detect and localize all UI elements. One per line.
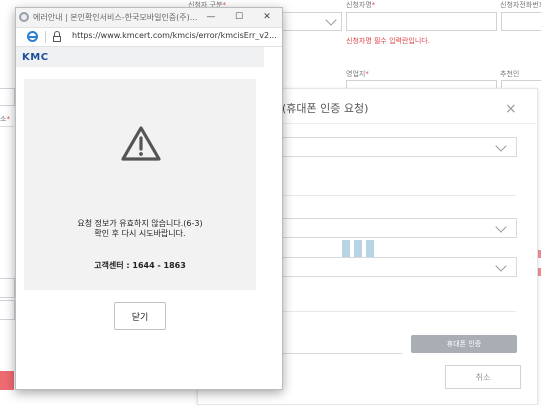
applicant-name-error: 신청자명 필수 입력란입니다. xyxy=(346,37,430,45)
ie-logo-icon xyxy=(27,31,38,42)
error-line-2: 확인 후 다시 시도바랍니다. xyxy=(94,229,186,238)
popup-url[interactable]: https://www.kmcert.com/kmcis/error/kmcis… xyxy=(72,31,278,40)
lock-icon xyxy=(52,31,62,43)
kmc-logo: KMC xyxy=(22,52,49,63)
recommender-label: 추천인 xyxy=(500,70,520,78)
loading-bar xyxy=(342,240,350,257)
modal-close-icon[interactable]: × xyxy=(505,101,517,117)
modal-title-divider xyxy=(282,123,537,124)
lock-body xyxy=(53,36,61,42)
left-stub-field-2[interactable] xyxy=(0,278,15,298)
browser-favicon-icon xyxy=(19,12,29,22)
loading-bar xyxy=(366,240,374,257)
modal-divider-2 xyxy=(282,311,516,312)
left-stub-divider xyxy=(0,126,14,127)
loading-bar xyxy=(354,240,362,257)
popup-content: KMC 요청 정보가 유효하지 않습니다.(6-3) 확인 후 다시 시도바랍니… xyxy=(16,47,282,389)
popup-window-title: 에러안내 | 본인확인서비스-한국모바일인증(주)... xyxy=(33,13,198,22)
close-window-button[interactable]: ✕ xyxy=(258,10,276,24)
popup-titlebar[interactable]: 에러안내 | 본인확인서비스-한국모바일인증(주)... — ☐ ✕ xyxy=(16,8,282,28)
minimize-button[interactable]: — xyxy=(202,10,220,24)
popup-address-bar: https://www.kmcert.com/kmcis/error/kmcis… xyxy=(16,28,282,47)
modal-select-2[interactable] xyxy=(282,218,517,238)
error-message-box: 요청 정보가 유효하지 않습니다.(6-3) 확인 후 다시 시도바랍니다. 고… xyxy=(24,79,256,290)
customer-center-contact: 고객센터 : 1644 - 1863 xyxy=(94,261,186,270)
error-popup-window: 에러안내 | 본인확인서비스-한국모바일인증(주)... — ☐ ✕ https… xyxy=(15,7,283,390)
left-stub-accent-button[interactable] xyxy=(0,371,14,390)
error-line-1: 요청 정보가 유효하지 않습니다.(6-3) xyxy=(77,219,203,228)
chevron-down-icon xyxy=(495,260,507,272)
modal-input-underline xyxy=(282,353,402,354)
maximize-button[interactable]: ☐ xyxy=(230,10,248,24)
modal-select-3[interactable] xyxy=(282,257,517,277)
modal-divider-1 xyxy=(282,195,516,196)
kmc-header-bar: KMC xyxy=(16,47,264,67)
applicant-name-input[interactable] xyxy=(346,12,497,31)
applicant-phone-label: 신청자전화번호 xyxy=(500,1,541,9)
ie-logo-band xyxy=(29,36,36,38)
left-stub-label: 소* xyxy=(0,115,10,123)
applicant-phone-input[interactable] xyxy=(501,12,541,31)
left-stub-input[interactable] xyxy=(0,88,15,106)
loading-indicator xyxy=(342,240,375,257)
favicon-mark xyxy=(21,14,27,20)
applicant-name-label: 신청자명* xyxy=(346,1,376,9)
chevron-down-icon xyxy=(325,14,337,26)
applicant-category-select[interactable] xyxy=(282,12,342,31)
chevron-down-icon xyxy=(495,140,507,152)
modal-select-1[interactable] xyxy=(282,137,517,157)
address-separator xyxy=(45,31,46,43)
modal-title: (휴대폰 인증 요청) xyxy=(282,102,369,115)
warning-triangle-icon xyxy=(121,126,161,161)
popup-close-button[interactable]: 닫기 xyxy=(114,302,166,330)
branch-label: 영업지* xyxy=(346,70,369,78)
chevron-down-icon xyxy=(495,221,507,233)
modal-cancel-button[interactable]: 취소 xyxy=(445,365,521,389)
phone-verify-button[interactable]: 휴대폰 인증 xyxy=(411,335,517,353)
left-stub-field-3[interactable] xyxy=(0,300,15,320)
